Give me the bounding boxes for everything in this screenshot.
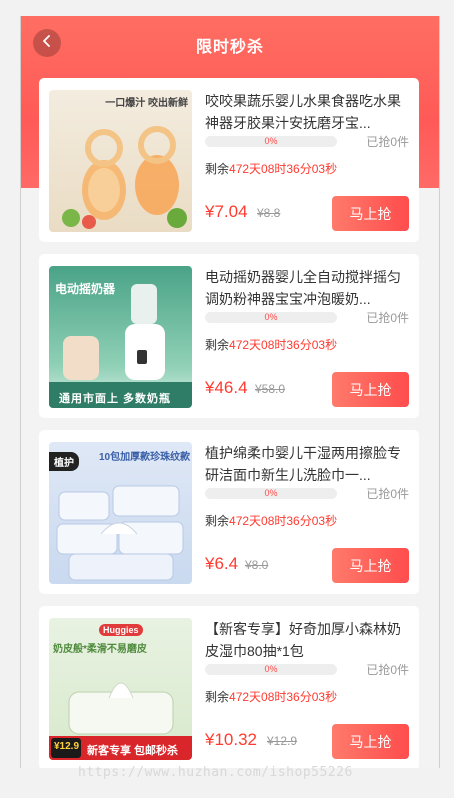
sale-price: ¥46.4 <box>205 378 248 397</box>
buy-now-button[interactable]: 马上抢 <box>332 724 409 759</box>
countdown-time: 472天08时36分03秒 <box>229 338 338 352</box>
product-title[interactable]: 咬咬果蔬乐婴儿水果食器吃水果神器牙胶果汁安抚磨牙宝... <box>205 90 410 134</box>
product-card[interactable]: 一口爆汁 咬出新鲜 咬咬果蔬乐婴儿水果食器吃水果神器牙胶果汁安抚磨牙宝... 0… <box>39 78 419 242</box>
huggies-illustration <box>49 682 192 760</box>
buy-now-button[interactable]: 马上抢 <box>332 196 409 231</box>
buy-now-button[interactable]: 马上抢 <box>332 372 409 407</box>
progress-label: 0% <box>264 664 278 674</box>
page-title: 限时秒杀 <box>195 39 264 56</box>
countdown-time: 472天08时36分03秒 <box>229 690 338 704</box>
product-title[interactable]: 【新客专享】好奇加厚小森林奶皮湿巾80抽*1包 <box>205 618 410 662</box>
countdown: 剩余472天08时36分03秒 <box>205 688 337 705</box>
countdown-time: 472天08时36分03秒 <box>229 514 338 528</box>
countdown: 剩余472天08时36分03秒 <box>205 512 337 529</box>
sale-price: ¥7.04 <box>205 202 248 221</box>
product-image-wipes[interactable]: 植护 10包加厚款珍珠纹款 <box>49 442 192 584</box>
sold-count: 已抢0件 <box>366 487 409 501</box>
progress-label: 0% <box>264 488 278 498</box>
countdown-time: 472天08时36分03秒 <box>229 162 338 176</box>
countdown: 剩余472天08时36分03秒 <box>205 160 337 177</box>
teether-illustration <box>62 126 187 229</box>
original-price: ¥12.9 <box>267 734 298 748</box>
buy-now-button[interactable]: 马上抢 <box>332 548 409 583</box>
progress-bar: 0% <box>205 664 337 675</box>
product-title[interactable]: 植护绵柔巾婴儿干湿两用擦脸专研洁面巾新生儿洗脸巾一... <box>205 442 410 486</box>
wipes-illustration <box>56 485 184 581</box>
product-image-teether[interactable]: 一口爆汁 咬出新鲜 <box>49 90 192 232</box>
app-frame: 限时秒杀 一口爆汁 咬出新鲜 咬咬果蔬乐婴儿水果食器吃水果神器牙胶果汁安抚磨牙宝… <box>20 16 440 768</box>
countdown: 剩余472天08时36分03秒 <box>205 336 337 353</box>
sale-price: ¥6.4 <box>205 554 239 573</box>
image-footer-caption: 新客专享 包邮秒杀 <box>87 745 179 757</box>
header-bar: 限时秒杀 <box>21 16 439 72</box>
product-card[interactable]: 植护 10包加厚款珍珠纹款 植护绵柔巾婴儿干湿两用擦脸专研洁面巾新生儿洗脸巾一.… <box>39 430 419 594</box>
original-price: ¥8.8 <box>257 206 281 220</box>
progress-bar: 0% <box>205 312 337 323</box>
sale-price: ¥10.32 <box>205 730 257 749</box>
sold-count: 已抢0件 <box>366 311 409 325</box>
progress-label: 0% <box>264 136 278 146</box>
product-image-huggies-wipes[interactable]: Huggies 奶皮般*柔滑不易磨皮 ¥12.9 新客专享 包邮秒杀 <box>49 618 192 760</box>
progress-bar: 0% <box>205 488 337 499</box>
product-title[interactable]: 电动摇奶器婴儿全自动搅拌摇匀调奶粉神器宝宝冲泡暖奶... <box>205 266 410 310</box>
countdown-prefix: 剩余 <box>205 514 230 528</box>
bottle-shaker-illustration <box>49 284 192 408</box>
watermark: https://www.huzhan.com/ishop55226 <box>78 765 353 780</box>
image-footer-caption: 通用市面上 多数奶瓶 <box>59 393 172 405</box>
progress-bar: 0% <box>205 136 337 147</box>
countdown-prefix: 剩余 <box>205 338 230 352</box>
product-image-bottle-shaker[interactable]: 电动摇奶器 通用市面上 多数奶瓶 <box>49 266 192 408</box>
sold-count: 已抢0件 <box>366 135 409 149</box>
sold-count: 已抢0件 <box>366 663 409 677</box>
countdown-prefix: 剩余 <box>205 162 230 176</box>
original-price: ¥8.0 <box>245 558 269 572</box>
progress-label: 0% <box>264 312 278 322</box>
original-price: ¥58.0 <box>255 382 286 396</box>
countdown-prefix: 剩余 <box>205 690 230 704</box>
image-price-badge: ¥12.9 <box>54 741 80 752</box>
product-card[interactable]: Huggies 奶皮般*柔滑不易磨皮 ¥12.9 新客专享 包邮秒杀 【新客专享… <box>39 606 419 768</box>
product-card[interactable]: 电动摇奶器 通用市面上 多数奶瓶 电动摇奶器婴儿全自动搅拌摇匀调奶粉神器宝宝冲泡… <box>39 254 419 418</box>
